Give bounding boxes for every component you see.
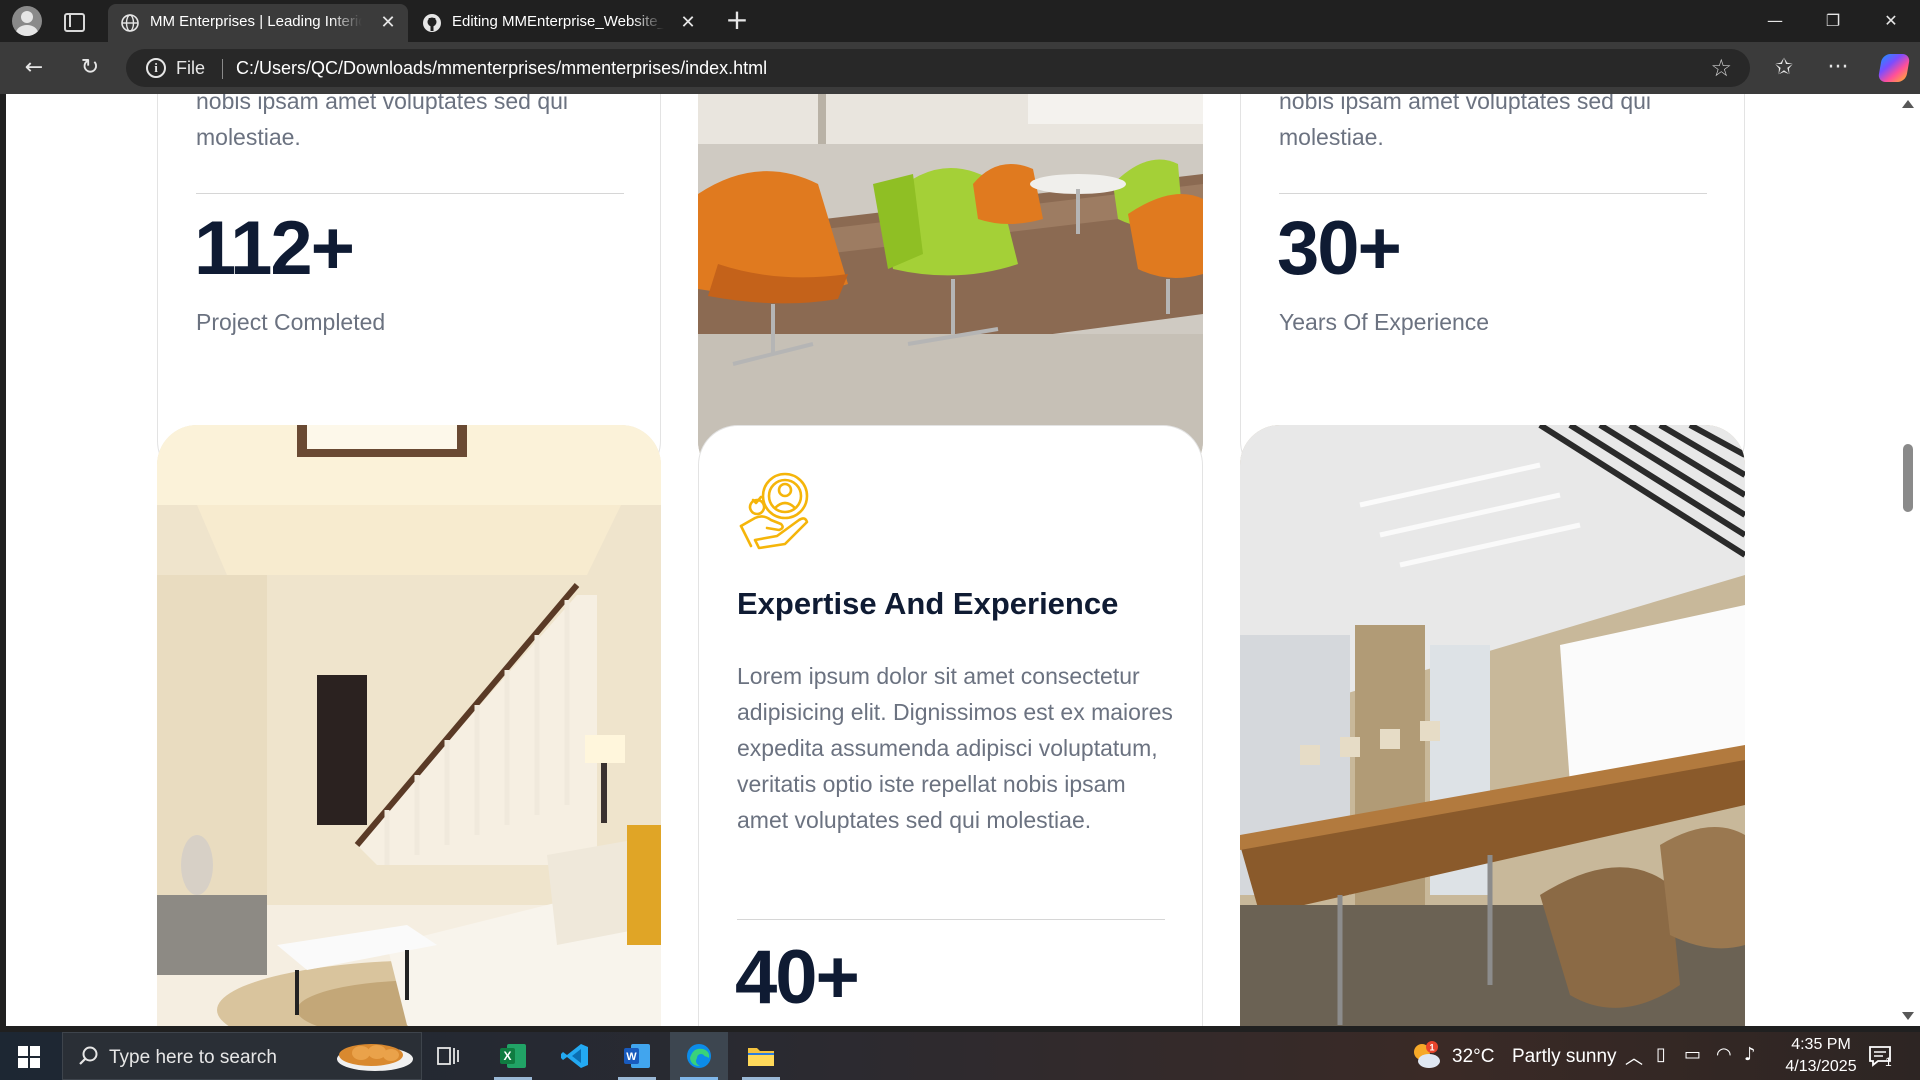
favorite-star-icon[interactable]: ☆ [1710,54,1732,82]
browser-toolbar: ← ↻ i File C:/Users/QC/Downloads/mmenter… [0,42,1920,94]
url-text[interactable]: C:/Users/QC/Downloads/mmenterprises/mmen… [236,58,767,79]
address-bar[interactable]: i File C:/Users/QC/Downloads/mmenterpris… [126,49,1750,87]
copilot-icon[interactable] [1877,54,1911,82]
notifications-icon[interactable]: 1 [1868,1044,1894,1069]
tab-github-editing[interactable]: Editing MMEnterprise_Website_pr ✕ [410,4,708,42]
conference-room-photo [1240,425,1745,1026]
globe-icon [121,14,139,32]
excel-icon[interactable]: X [484,1032,542,1080]
page-scrollbar[interactable] [1897,94,1920,1026]
minimize-icon[interactable]: — [1746,0,1804,42]
feature-card-expertise: Expertise And Experience Lorem ipsum dol… [698,425,1203,1026]
lounge-chairs-image [698,94,1203,481]
wifi-icon[interactable]: ◠ [1716,1044,1732,1065]
stat-card-projects: nobis ipsam amet voluptates sed qui mole… [157,94,661,481]
feature-title: Expertise And Experience [737,586,1119,621]
info-icon[interactable]: i [146,58,166,78]
scroll-down-arrow-icon[interactable] [1902,1012,1914,1020]
show-hidden-icons-chevron-icon[interactable]: ︿ [1625,1044,1643,1070]
search-icon [79,1046,98,1065]
expertise-hand-icon [739,472,809,550]
close-tab-icon[interactable]: ✕ [678,13,698,33]
stat-card-years: nobis ipsam amet voluptates sed qui mole… [1240,94,1745,481]
restore-icon[interactable]: ❐ [1804,0,1862,42]
card-divider [1279,193,1707,194]
svg-text:W: W [626,1051,637,1063]
refresh-icon[interactable]: ↻ [74,52,106,84]
back-arrow-icon[interactable]: ← [18,52,50,84]
stat-value: 40+ [735,935,860,1020]
scheme-label: File [176,58,206,78]
tab-title: MM Enterprises | Leading Interior [150,13,362,30]
more-options-icon[interactable]: ··· [1822,52,1854,84]
search-placeholder: Type here to search [109,1047,277,1068]
stat-label: Project Completed [196,309,386,335]
windows-start-icon[interactable] [18,1046,40,1068]
search-highlight-bread-icon [337,1044,413,1071]
browser-tab-bar: MM Enterprises | Leading Interior ✕ Edit… [0,0,1920,42]
volume-icon[interactable]: ♪ [1744,1044,1756,1065]
weather-partly-sunny-icon[interactable]: 1 [1410,1040,1442,1072]
task-view-icon[interactable] [420,1032,478,1080]
living-room-image [157,425,661,1026]
weather-temp: 32°C [1452,1046,1495,1067]
stat-value: 112+ [194,206,355,291]
word-icon[interactable]: W [608,1032,666,1080]
tab-mm-enterprises[interactable]: MM Enterprises | Leading Interior ✕ [108,4,408,42]
github-icon [423,14,441,32]
clock-date[interactable]: 4/13/2025 [1776,1058,1866,1076]
favorites-icon[interactable]: ✩ [1768,52,1800,84]
profile-avatar-icon[interactable] [12,6,42,36]
clock-time[interactable]: 4:35 PM [1784,1036,1858,1054]
address-separator [222,59,223,79]
close-window-icon[interactable]: ✕ [1862,0,1920,42]
notifications-count: 1 [1885,1055,1892,1069]
edge-icon[interactable] [670,1032,728,1080]
weather-condition[interactable]: Partly sunny [1512,1046,1617,1068]
windows-taskbar: Type here to search X W 1 32°C Partly su… [0,1032,1920,1080]
battery-icon[interactable]: ▭ [1684,1044,1701,1065]
feature-description: Lorem ipsum dolor sit amet consectetur a… [737,663,1173,833]
new-tab-plus-icon[interactable]: + [722,6,752,36]
tab-title: Editing MMEnterprise_Website_pr [452,13,664,30]
weather-badge: 1 [1429,1043,1434,1053]
card-description: nobis ipsam amet voluptates sed qui mole… [1279,94,1652,150]
scrollbar-thumb[interactable] [1903,444,1913,512]
close-tab-icon[interactable]: ✕ [378,13,398,33]
file-explorer-icon[interactable] [732,1032,790,1080]
lounge-chairs-photo [698,94,1203,481]
scroll-up-arrow-icon[interactable] [1902,100,1914,108]
stat-value: 30+ [1277,206,1402,291]
living-room-photo [157,425,661,1026]
page-viewport: nobis ipsam amet voluptates sed qui mole… [6,94,1897,1026]
tab-actions-icon[interactable] [62,10,85,32]
taskbar-search-box[interactable]: Type here to search [62,1032,422,1080]
device-icon[interactable]: ▯ [1656,1044,1666,1065]
vscode-icon[interactable] [546,1032,604,1080]
card-description: nobis ipsam amet voluptates sed qui mole… [196,94,569,150]
card-divider [737,919,1165,920]
svg-text:X: X [503,1049,511,1063]
stat-label: Years Of Experience [1279,309,1490,335]
conference-room-image [1240,425,1745,1026]
card-divider [196,193,624,194]
